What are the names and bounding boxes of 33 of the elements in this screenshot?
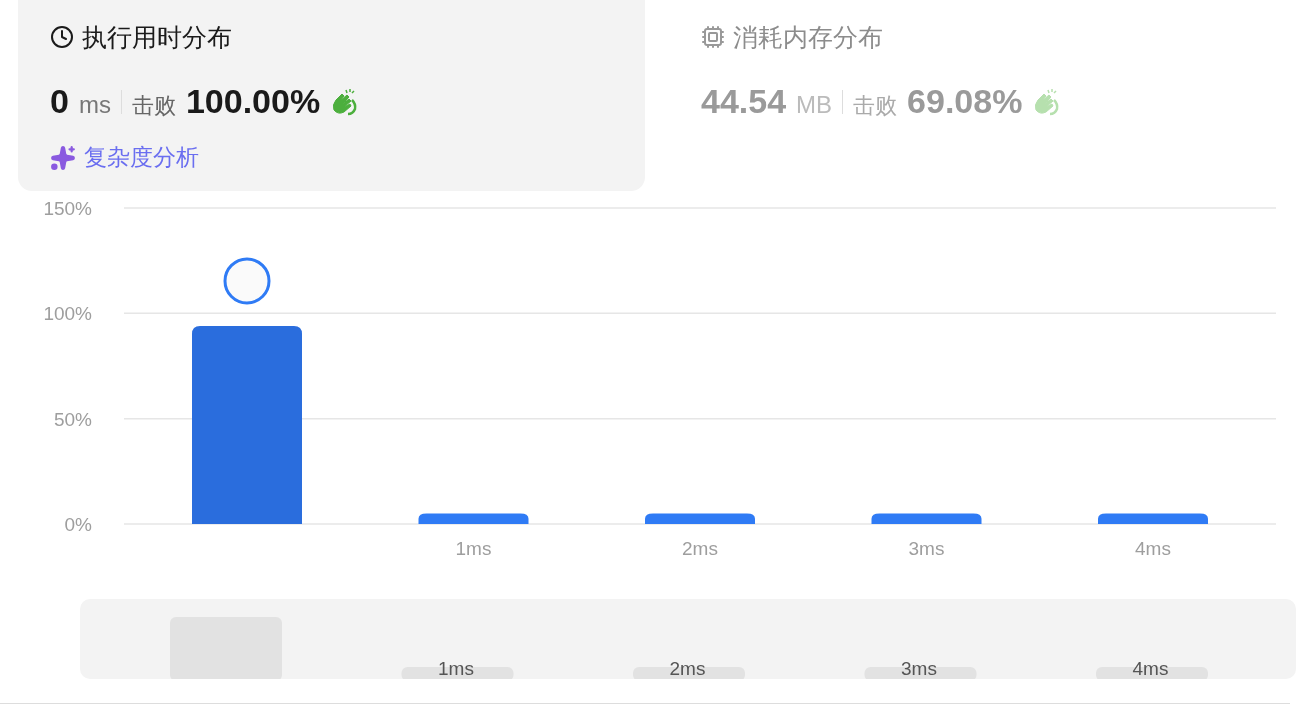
- stats-card[interactable]: 执行用时分布 0 ms 击败 100.00% 复杂度分析: [18, 0, 645, 191]
- range-navigator[interactable]: 1ms 2ms 3ms 4ms: [80, 599, 1296, 679]
- navigator-label: 3ms: [901, 658, 937, 679]
- panel-title: 消耗内存分布: [733, 21, 883, 53]
- stat-value: 0: [50, 82, 69, 121]
- complexity-analysis-link[interactable]: 复杂度分析: [50, 142, 199, 173]
- histogram-bar[interactable]: [871, 513, 982, 524]
- beats-percent: 69.08%: [907, 82, 1023, 121]
- y-axis-label: 50%: [53, 408, 92, 430]
- x-axis-label: 2ms: [682, 538, 718, 559]
- histogram-bar[interactable]: [418, 513, 529, 524]
- stat-unit: MB: [796, 91, 833, 119]
- beats-percent: 100.00%: [185, 82, 321, 121]
- x-axis-label: 4ms: [1135, 538, 1171, 559]
- y-axis-label: 0%: [64, 514, 92, 535]
- x-axis-label: 3ms: [908, 538, 945, 559]
- chip-icon: [701, 25, 725, 49]
- stat-unit: ms: [78, 91, 111, 119]
- navigator-label: 2ms: [669, 658, 706, 679]
- navigator-label: 1ms: [438, 658, 474, 679]
- beats-label: 击败: [131, 92, 176, 120]
- sparkles-icon: [50, 144, 76, 171]
- x-axis-label: 1ms: [455, 538, 492, 559]
- clock-icon: [50, 25, 74, 49]
- y-axis-label: 100%: [43, 303, 92, 325]
- navigator-label: 4ms: [1132, 658, 1169, 679]
- histogram-bar[interactable]: [1098, 513, 1208, 524]
- panel-title: 执行用时分布: [82, 21, 232, 53]
- y-axis-label: 150%: [43, 198, 92, 219]
- avatar-marker: [223, 257, 271, 305]
- beats-label: 击败: [853, 92, 898, 120]
- histogram-bar[interactable]: [645, 513, 755, 524]
- stat-value: 44.54: [701, 82, 787, 121]
